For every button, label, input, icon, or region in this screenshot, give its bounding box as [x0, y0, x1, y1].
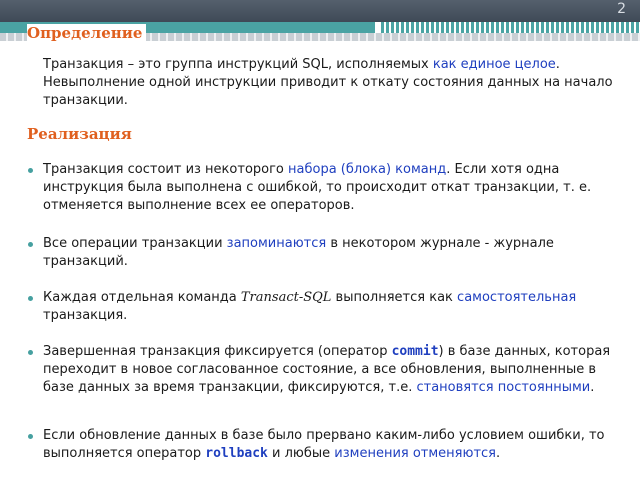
definition-highlight: как единое целое	[432, 57, 556, 72]
definition-heading: Определение	[27, 24, 147, 42]
bullet-text-pre: Завершенная транзакция фиксируется (опер…	[43, 344, 392, 359]
list-item: Все операции транзакции запоминаются в н…	[27, 235, 627, 271]
bullet-dot-icon	[28, 168, 33, 173]
bullet-text-mid: и любые	[267, 446, 335, 461]
bullet-text-mid: выполняется как	[331, 290, 458, 305]
bullet-keyword: rollback	[205, 446, 268, 461]
bullet-text-post: транзакция.	[43, 308, 128, 323]
bullet-text-pre: Транзакция состоит из некоторого	[43, 162, 289, 177]
definition-text-pre: Транзакция – это группа инструкций SQL, …	[43, 57, 433, 72]
bullet-highlight: запоминаются	[226, 236, 327, 251]
bullet-highlight: набора (блока) команд	[288, 162, 447, 177]
top-bar: 2	[0, 0, 640, 22]
bullet-dot-icon	[28, 296, 33, 301]
bullet-highlight: изменения отменяются	[334, 446, 496, 461]
list-item: Если обновление данных в базе было прерв…	[27, 427, 627, 463]
list-item: Каждая отдельная команда Transact-SQL вы…	[27, 289, 627, 325]
slide-number: 2	[617, 1, 626, 17]
bullet-text-pre: Все операции транзакции	[43, 236, 227, 251]
bullet-dot-icon	[28, 242, 33, 247]
bullet-keyword: commit	[391, 344, 439, 359]
bullet-text-post: .	[590, 380, 595, 395]
definition-text: Транзакция – это группа инструкций SQL, …	[43, 56, 623, 110]
bullet-dot-icon	[28, 434, 33, 439]
bullet-highlight: самостоятельная	[457, 290, 577, 305]
decor-striped-band	[381, 22, 640, 33]
bullet-highlight: становятся постоянными	[416, 380, 591, 395]
implementation-heading: Реализация	[27, 125, 132, 143]
list-item: Транзакция состоит из некоторого набора …	[27, 161, 627, 215]
bullet-text-post: .	[495, 446, 501, 461]
list-item: Завершенная транзакция фиксируется (опер…	[27, 343, 627, 397]
bullet-dot-icon	[28, 350, 33, 355]
bullet-text-pre: Каждая отдельная команда	[43, 290, 241, 305]
bullet-italic: Transact-SQL	[240, 290, 332, 305]
